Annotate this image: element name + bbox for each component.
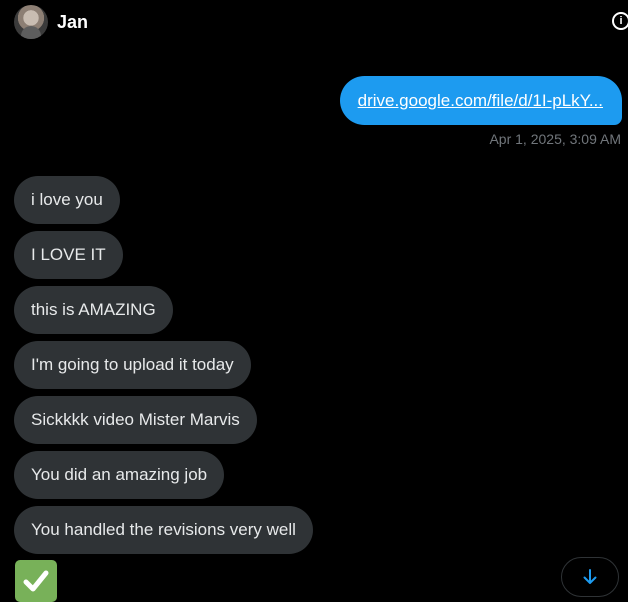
contact-name[interactable]: Jan (57, 11, 88, 33)
check-mark-icon (23, 570, 49, 592)
check-mark-button-emoji (15, 560, 57, 602)
avatar[interactable] (14, 5, 48, 39)
received-message-bubble: You handled the revisions very well (14, 506, 313, 554)
arrow-down-icon (583, 569, 597, 584)
received-message-bubble: You did an amazing job (14, 451, 225, 499)
received-message-bubble: I LOVE IT (14, 231, 123, 279)
received-message-bubble: this is AMAZING (14, 286, 173, 334)
info-icon[interactable]: i (612, 12, 628, 30)
scroll-to-bottom-button[interactable] (561, 557, 619, 597)
conversation-header: Jan i (0, 0, 628, 46)
received-message-bubble: i love you (14, 176, 120, 224)
message-timestamp: Apr 1, 2025, 3:09 AM (489, 131, 621, 147)
drive-link[interactable]: drive.google.com/file/d/1I-pLkY... (358, 91, 603, 111)
received-message-bubble: I'm going to upload it today (14, 341, 251, 389)
received-message-bubble: Sickkkk video Mister Marvis (14, 396, 257, 444)
sent-message-bubble: drive.google.com/file/d/1I-pLkY... (339, 76, 622, 125)
